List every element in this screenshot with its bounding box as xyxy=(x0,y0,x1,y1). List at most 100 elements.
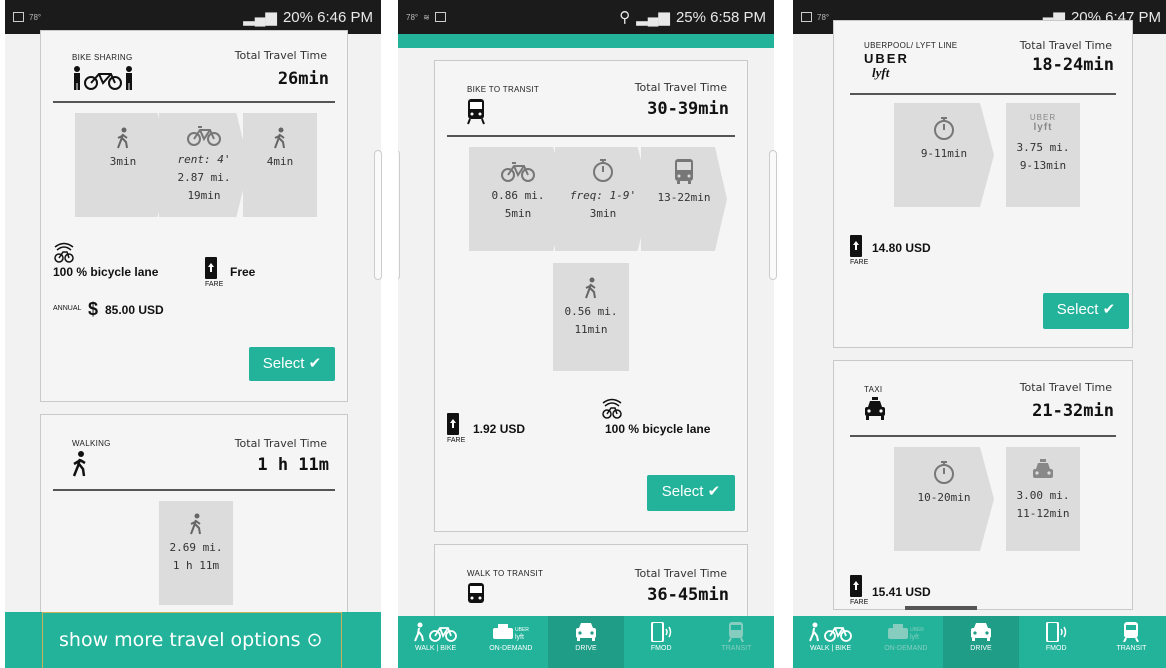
step-duration: 4min xyxy=(266,155,294,168)
signal-icon: ▂▄▆ xyxy=(636,9,670,26)
step-duration: 5min xyxy=(504,207,532,220)
mode-label: WALK TO TRANSIT xyxy=(467,569,544,578)
check-icon: ✔ xyxy=(1102,301,1116,318)
nav-fmod[interactable]: FMOD xyxy=(1019,616,1094,668)
screen-on-demand: 78° ▂▄▆ 20% 6:47 PM UBERPOOL/ LYFT LINE U… xyxy=(793,0,1166,668)
step-duration: 19min xyxy=(187,189,221,202)
bus-icon xyxy=(675,159,693,184)
nav-on-demand[interactable]: UBER lyft ON-DEMAND xyxy=(473,616,548,668)
step-duration: 13-22min xyxy=(657,191,711,204)
walk-bike-icon xyxy=(413,622,457,642)
show-more-button[interactable]: show more travel options ⊙ xyxy=(42,612,342,668)
fare-caption: FARE xyxy=(205,281,224,288)
annual-label: ANNUAL xyxy=(53,305,82,312)
nav-transit[interactable]: TRANSIT xyxy=(1094,616,1166,668)
wifi-icon: ≋ xyxy=(423,12,430,22)
divider xyxy=(53,101,335,103)
taxi-icon xyxy=(865,397,885,420)
divider xyxy=(447,135,735,137)
step-bike: 0.86 mi. 5min xyxy=(469,147,567,251)
taxi-icon xyxy=(1033,459,1053,478)
fare-card-icon xyxy=(205,257,217,279)
stopwatch-icon xyxy=(593,159,613,182)
select-button[interactable]: Select ✔ xyxy=(249,347,335,381)
mode-label: BIKE SHARING xyxy=(72,53,133,62)
step-wait: 9-11min xyxy=(894,103,994,207)
step-wait: freq: 1-9' 3min xyxy=(555,147,651,251)
edge-handle xyxy=(398,150,400,280)
walk-icon xyxy=(117,127,128,149)
nav-fmod[interactable]: FMOD xyxy=(624,616,699,668)
option-card-bike-to-transit[interactable]: BIKE TO TRANSIT Total Travel Time 30-39m… xyxy=(434,60,748,532)
nav-label: WALK | BIKE xyxy=(809,645,852,652)
fare-card-icon xyxy=(447,413,459,435)
header-strip xyxy=(398,34,774,48)
step-duration: 11-12min xyxy=(1016,507,1070,520)
nav-transit[interactable]: TRANSIT xyxy=(699,616,774,668)
nav-label: WALK | BIKE xyxy=(414,645,457,652)
fare-value: 15.41 USD xyxy=(872,585,931,599)
bottom-nav: WALK | BIKE UBER lyft ON-DEMAND DRIVE FMO… xyxy=(793,616,1166,668)
gallery-icon xyxy=(434,12,446,22)
bike-icon xyxy=(501,162,535,182)
train-icon xyxy=(728,622,745,642)
step-duration: 3min xyxy=(109,155,137,168)
option-card-bike-sharing[interactable]: BIKE SHARING Total Travel Time 26min 3mi… xyxy=(40,30,348,402)
location-icon: ⚲ xyxy=(619,9,631,26)
mode-label: UBERPOOL/ LYFT LINE xyxy=(864,41,958,50)
nav-label: DRIVE xyxy=(575,645,597,652)
step-ride: UBER lyft 3.75 mi. 9-13min xyxy=(1006,103,1080,207)
nav-on-demand[interactable]: UBER lyft ON-DEMAND xyxy=(868,616,943,668)
step-wait: 10-20min xyxy=(894,447,994,551)
show-more-bar[interactable]: show more travel options ⊙ xyxy=(5,612,381,668)
step-distance: 2.87 mi. xyxy=(177,171,231,184)
option-card-uberpool-lyft-line[interactable]: UBERPOOL/ LYFT LINE UBER lyft Total Trav… xyxy=(833,20,1133,348)
total-travel-time-label: Total Travel Time xyxy=(1019,39,1112,52)
step-distance: 0.56 mi. xyxy=(564,305,618,318)
step-distance: 2.69 mi. xyxy=(169,541,223,554)
fare-value: Free xyxy=(230,265,256,279)
train-icon xyxy=(467,99,485,125)
option-card-taxi[interactable]: TAXI Total Travel Time 21-32min 10-20min… xyxy=(833,360,1133,610)
total-travel-time-label: Total Travel Time xyxy=(634,567,727,580)
status-time: 20% 6:46 PM xyxy=(282,8,373,26)
check-icon: ✔ xyxy=(308,355,322,372)
nav-walk-bike[interactable]: WALK | BIKE xyxy=(793,616,868,668)
step-walk: 4min xyxy=(243,113,317,217)
walk-icon xyxy=(72,451,86,477)
total-travel-time-value: 21-32min xyxy=(1032,401,1114,421)
select-button[interactable]: Select ✔ xyxy=(1043,293,1129,329)
option-card-walking[interactable]: WALKING Total Travel Time 1 h 11m 2.69 m… xyxy=(40,414,348,634)
gallery-icon xyxy=(801,12,812,22)
nav-drive[interactable]: DRIVE xyxy=(548,616,624,668)
stopwatch-icon xyxy=(934,461,954,484)
walk-icon xyxy=(274,127,285,149)
mode-label: BIKE TO TRANSIT xyxy=(467,85,540,94)
show-more-label: show more travel options xyxy=(59,629,301,651)
train-icon xyxy=(468,583,484,603)
select-label: Select xyxy=(1056,301,1099,318)
total-travel-time-value: 36-45min xyxy=(647,585,729,605)
step-distance: 0.86 mi. xyxy=(491,189,545,202)
bicycle-lane-icon xyxy=(602,398,622,419)
total-travel-time-label: Total Travel Time xyxy=(234,437,327,450)
step-bike: rent: 4' 2.87 mi. 19min xyxy=(159,113,249,217)
status-bar: 78° ≋ ⚲ ▂▄▆ 25% 6:58 PM xyxy=(398,0,774,34)
bicycle-lane-icon xyxy=(54,242,74,263)
walk-bike-icon xyxy=(808,622,852,642)
mode-label: TAXI xyxy=(864,385,883,394)
nav-drive[interactable]: DRIVE xyxy=(943,616,1019,668)
step-duration: 3min xyxy=(589,207,617,220)
svg-text:UBER: UBER xyxy=(910,627,924,633)
stopwatch-icon xyxy=(934,117,954,140)
step-duration: 9-11min xyxy=(920,147,968,160)
fare-caption: FARE xyxy=(850,599,869,606)
edge-handle xyxy=(374,150,382,280)
total-travel-time-label: Total Travel Time xyxy=(234,49,327,62)
status-bar: 78° ▂▄▆ 20% 6:46 PM xyxy=(5,0,381,34)
nav-walk-bike[interactable]: WALK | BIKE xyxy=(398,616,473,668)
nav-label: ON-DEMAND xyxy=(489,645,533,652)
select-button[interactable]: Select ✔ xyxy=(647,475,735,511)
bike-icon xyxy=(187,126,221,146)
signal-icon: ▂▄▆ xyxy=(243,9,277,26)
